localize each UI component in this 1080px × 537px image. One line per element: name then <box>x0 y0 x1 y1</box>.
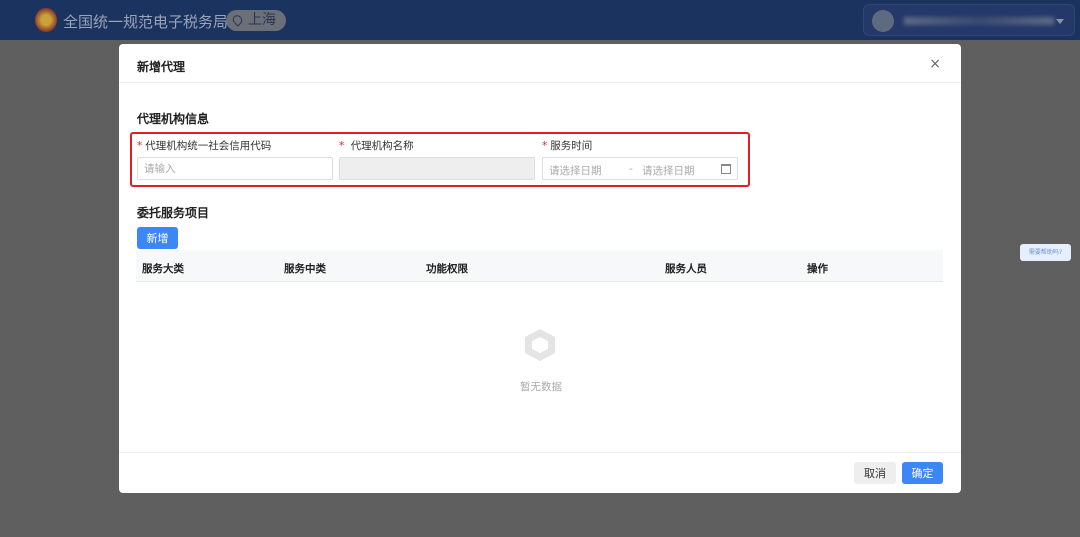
credit-code-field: * 代理机构统一社会信用代码 <box>137 138 333 180</box>
location-pin-icon <box>230 13 245 27</box>
col-subcategory: 服务中类 <box>284 263 326 275</box>
required-mark: * <box>339 140 345 152</box>
service-section-title: 委托服务项目 <box>137 206 210 220</box>
end-date[interactable]: 请选择日期 <box>642 163 695 178</box>
col-category: 服务大类 <box>142 263 184 275</box>
agency-section-title: 代理机构信息 <box>137 112 210 126</box>
service-time-field: * 服务时间 请选择日期 - 请选择日期 <box>542 138 738 180</box>
credit-code-input[interactable] <box>137 157 333 180</box>
calendar-icon <box>721 164 731 174</box>
add-agent-dialog: 新增代理 × 代理机构信息 *代理机构统一社会信用代码 * 代理机构名称 *服务… <box>119 44 961 493</box>
cancel-button[interactable]: 取消 <box>854 462 896 484</box>
confirm-button[interactable]: 确定 <box>902 462 943 484</box>
start-date[interactable]: 请选择日期 <box>549 163 602 178</box>
user-menu[interactable] <box>863 4 1075 36</box>
empty-text: 暂无数据 <box>520 381 562 393</box>
col-permission: 功能权限 <box>426 263 468 275</box>
credit-code-label: 代理机构统一社会信用代码 <box>145 140 272 152</box>
top-bar: 全国统一规范电子税务局 上海 <box>0 0 1080 40</box>
app-title: 全国统一规范电子税务局 <box>63 13 229 31</box>
date-range-picker[interactable]: 请选择日期 - 请选择日期 <box>542 157 738 180</box>
add-service-button[interactable]: 新增 <box>137 227 178 249</box>
agency-name-label: 代理机构名称 <box>350 140 414 152</box>
agency-name-field: * 代理机构名称 <box>339 138 535 180</box>
help-tooltip[interactable]: 需要帮助吗? <box>1020 244 1071 261</box>
service-time-label: 服务时间 <box>550 140 593 152</box>
close-icon[interactable]: × <box>929 56 941 72</box>
tax-emblem-logo <box>35 8 57 32</box>
required-mark: * <box>542 140 548 152</box>
avatar <box>872 10 894 32</box>
agency-name-input[interactable] <box>339 157 535 180</box>
col-actions: 操作 <box>807 263 828 275</box>
table-header: 服务大类 服务中类 功能权限 服务人员 操作 <box>136 250 943 282</box>
chevron-down-icon <box>1056 19 1064 24</box>
required-mark: * <box>137 140 143 152</box>
dialog-footer: 取消 确定 <box>119 452 961 493</box>
range-separator: - <box>629 163 633 175</box>
col-staff: 服务人员 <box>665 263 707 275</box>
region-selector[interactable]: 上海 <box>226 10 286 31</box>
user-name-blurred <box>904 17 1054 25</box>
empty-box-icon <box>525 329 555 361</box>
region-label: 上海 <box>248 12 276 28</box>
dialog-title: 新增代理 <box>119 44 961 83</box>
